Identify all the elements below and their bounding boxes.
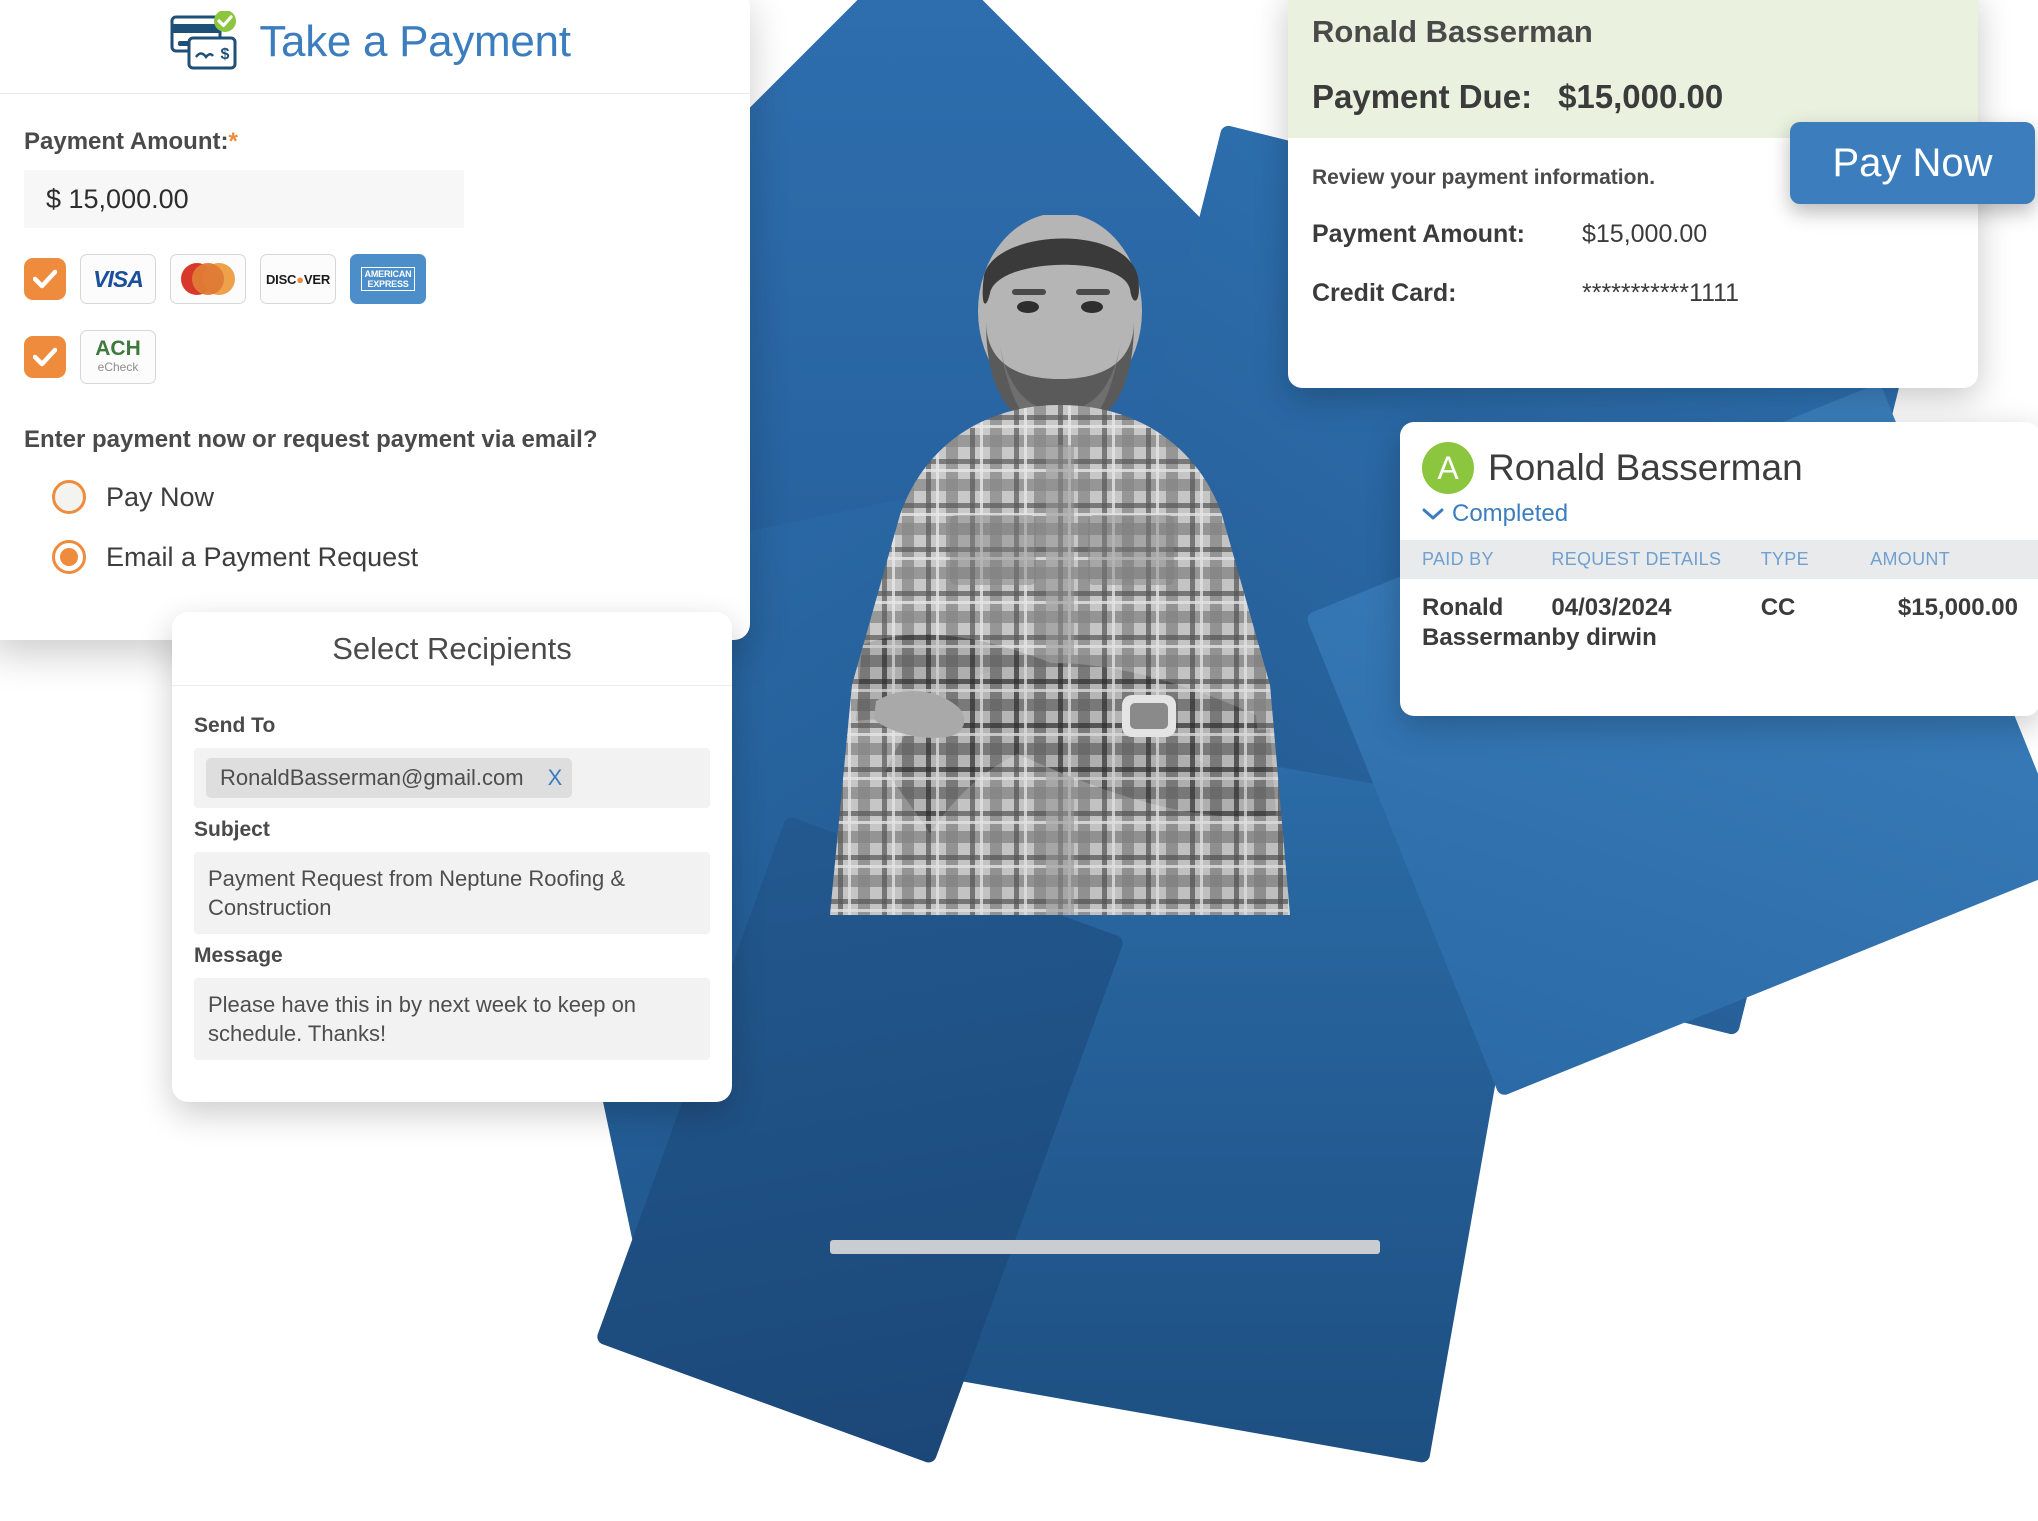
subject-label: Subject: [194, 818, 270, 841]
cell-amount: $15,000.00: [1897, 594, 2018, 621]
payment-due-label: Payment Due:: [1312, 78, 1533, 115]
message-label: Message: [194, 944, 283, 968]
cell-request-author: by dirwin: [1551, 624, 1657, 651]
credit-cards-checkbox[interactable]: [24, 258, 66, 300]
payment-amount-input[interactable]: $ 15,000.00: [24, 170, 464, 228]
pay-now-button[interactable]: Pay Now: [1790, 122, 2035, 204]
payment-amount-label: Payment Amount:*: [24, 128, 716, 156]
completed-transaction-card: A Ronald Basserman Completed PAID BY REQ…: [1400, 422, 2038, 716]
review-amount-value: $15,000.00: [1582, 220, 1708, 248]
payment-due-amount-row: Payment Due: $15,000.00: [1312, 78, 1954, 116]
amex-label-line2: EXPRESS: [367, 279, 409, 289]
message-field[interactable]: Please have this in by next week to keep…: [194, 978, 710, 1061]
option-email-request[interactable]: Email a Payment Request: [52, 540, 716, 574]
avatar: A: [1422, 442, 1474, 494]
transactions-table-head: PAID BY REQUEST DETAILS TYPE AMOUNT: [1400, 540, 2038, 579]
check-icon: [33, 269, 57, 289]
payment-due-value: $15,000.00: [1558, 78, 1724, 115]
credit-card-check-icon: $: [170, 10, 237, 69]
ach-checkbox[interactable]: [24, 336, 66, 378]
payment-due-customer-name: Ronald Basserman: [1312, 14, 1593, 49]
discover-label: DISC●VER: [265, 271, 331, 287]
send-to-field[interactable]: RonaldBasserman@gmail.com X: [194, 748, 710, 808]
cell-request-date: 04/03/2024: [1551, 594, 1672, 621]
transactions-table-body: Ronald Basserman 04/03/2024 by dirwin CC…: [1400, 579, 2038, 653]
cell-request-details: 04/03/2024 by dirwin: [1551, 579, 1760, 653]
table-row[interactable]: Ronald Basserman 04/03/2024 by dirwin CC…: [1400, 579, 2038, 653]
recipient-email: RonaldBasserman@gmail.com: [220, 765, 524, 790]
amex-logo: AMERICAN EXPRESS: [350, 254, 426, 304]
discover-label-part2: VER: [303, 271, 331, 287]
required-asterisk: *: [228, 128, 238, 155]
review-card-value: ***********1111: [1582, 279, 1740, 307]
check-icon: [33, 347, 57, 367]
review-card-key: Credit Card:: [1312, 279, 1457, 307]
remove-recipient-icon[interactable]: X: [548, 765, 563, 791]
select-recipients-body: Send To RonaldBasserman@gmail.com X Subj…: [172, 686, 732, 1061]
pay-now-radio-label: Pay Now: [106, 481, 215, 512]
chevron-down-icon: [1422, 508, 1444, 520]
review-row-card: Credit Card: ***********1111: [1312, 279, 1954, 308]
status-badge: Completed: [1452, 500, 1569, 527]
payment-method-question: Enter payment now or request payment via…: [24, 426, 598, 453]
payment-due-banner: Ronald Basserman Payment Due: $15,000.00: [1288, 0, 1978, 138]
completed-header: A Ronald Basserman: [1400, 422, 2038, 494]
mastercard-circles: [181, 263, 235, 295]
amex-label: AMERICAN EXPRESS: [360, 266, 416, 292]
select-recipients-title: Select Recipients: [332, 630, 572, 666]
visa-label: VISA: [93, 265, 144, 292]
payment-amount-label-text: Payment Amount:: [24, 128, 229, 155]
take-a-payment-body: Payment Amount:* $ 15,000.00 VISA DISC●V…: [0, 94, 750, 574]
option-pay-now[interactable]: Pay Now: [52, 480, 716, 514]
col-paid-by: PAID BY: [1400, 540, 1552, 579]
screenshot-root: $ Take a Payment Payment Amount:* $ 15,0…: [0, 0, 2038, 1521]
review-amount-key: Payment Amount:: [1312, 220, 1525, 248]
col-amount: AMOUNT: [1870, 540, 2038, 579]
table-header-row: PAID BY REQUEST DETAILS TYPE AMOUNT: [1400, 540, 2038, 579]
person-photo: [830, 215, 1290, 915]
email-request-radio[interactable]: [52, 540, 86, 574]
transactions-table: PAID BY REQUEST DETAILS TYPE AMOUNT Rona…: [1400, 540, 2038, 653]
subject-field[interactable]: Payment Request from Neptune Roofing & C…: [194, 852, 710, 935]
ach-label: ACH: [95, 337, 141, 361]
email-request-radio-label: Email a Payment Request: [106, 541, 419, 572]
pay-now-radio[interactable]: [52, 480, 86, 514]
take-a-payment-header: $ Take a Payment: [0, 0, 750, 94]
amex-label-line1: AMERICAN: [364, 268, 412, 279]
col-type: TYPE: [1760, 540, 1871, 579]
echeck-label: eCheck: [97, 360, 139, 375]
send-to-label: Send To: [194, 714, 276, 737]
select-recipients-card: Select Recipients Send To RonaldBasserma…: [172, 612, 732, 1102]
page-title: Take a Payment: [259, 16, 571, 66]
visa-logo: VISA: [80, 254, 156, 304]
completed-customer-name: Ronald Basserman: [1488, 447, 1803, 488]
col-request-details: REQUEST DETAILS: [1551, 540, 1761, 579]
recipient-chip[interactable]: RonaldBasserman@gmail.com X: [206, 758, 573, 798]
completed-status-toggle[interactable]: Completed: [1400, 494, 2038, 528]
select-recipients-header: Select Recipients: [172, 612, 732, 686]
review-row-amount: Payment Amount: $15,000.00: [1312, 220, 1954, 249]
discover-label-part1: DISC: [265, 271, 297, 287]
person-shadow: [830, 1240, 1380, 1254]
discover-logo: DISC●VER: [260, 254, 336, 304]
cell-type: CC: [1760, 594, 1796, 621]
cell-paid-by: Ronald Basserman: [1422, 594, 1552, 651]
ach-logo: ACH eCheck: [80, 330, 156, 384]
credit-cards-row: VISA DISC●VER AMERICAN EXPRESS: [24, 254, 716, 304]
mastercard-logo: [170, 254, 246, 304]
svg-text:$: $: [221, 46, 230, 63]
ach-row: ACH eCheck: [24, 330, 716, 384]
take-a-payment-card: $ Take a Payment Payment Amount:* $ 15,0…: [0, 0, 750, 640]
